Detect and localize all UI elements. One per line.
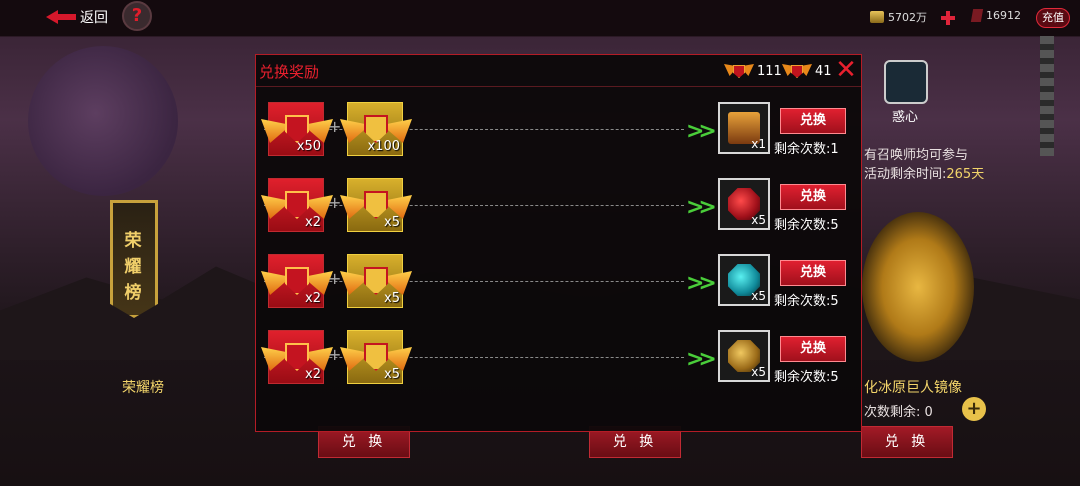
- reward-qty: x5: [751, 213, 766, 227]
- gold-cost-qty: x5: [384, 291, 400, 306]
- gold-cost-qty: x5: [384, 367, 400, 382]
- exchange-row-4: x2 + x5 >> x5 兑换 剩余次数:5: [256, 330, 861, 390]
- reward-slot[interactable]: x1: [718, 102, 770, 154]
- right-card-label: 化冰原巨人镜像: [864, 380, 962, 396]
- back-button[interactable]: 返回: [46, 6, 108, 28]
- remaining-count: 剩余次数:5: [774, 290, 839, 309]
- gold-cost-qty: x100: [367, 139, 400, 154]
- red-cost-qty: x2: [305, 367, 321, 382]
- banner-text: 荣耀榜: [124, 231, 142, 303]
- remaining-label: 剩余次数:: [774, 294, 831, 309]
- reward-qty: x5: [751, 289, 766, 303]
- bottom-exchange-button-3[interactable]: 兑 换: [861, 426, 953, 458]
- right-count-value: 0: [924, 405, 933, 420]
- dialog-header: 兑换奖励 111 41 ✕: [256, 55, 861, 87]
- gold-emblem-icon: [340, 189, 412, 229]
- double-arrow-icon: >>: [686, 347, 717, 372]
- red-emblem-icon: [261, 265, 333, 305]
- remaining-value: 5: [830, 294, 839, 309]
- help-button[interactable]: ?: [122, 1, 152, 31]
- red-emblem-cost: x2: [261, 254, 333, 308]
- heart-label: 惑心: [892, 110, 919, 125]
- gem-counter: 16912: [970, 9, 1021, 22]
- gold-emblem-icon: [340, 265, 412, 305]
- remaining-count: 剩余次数:1: [774, 138, 839, 157]
- gold-counter: 5702万: [870, 9, 927, 25]
- right-count-prefix: 次数剩余:: [864, 405, 921, 420]
- red-cost-qty: x2: [305, 291, 321, 306]
- reward-qty: x5: [751, 365, 766, 379]
- double-arrow-icon: >>: [686, 119, 717, 144]
- giant-mirror-image[interactable]: [862, 212, 974, 362]
- double-arrow-icon: >>: [686, 271, 717, 296]
- gem-icon: [970, 9, 984, 22]
- right-time-text: 活动剩余时间:265天: [864, 163, 984, 182]
- exchange-button[interactable]: 兑换: [780, 184, 846, 210]
- right-time-value: 265天: [946, 167, 985, 182]
- moon: [28, 46, 178, 196]
- right-time-prefix: 活动剩余时间:: [864, 167, 947, 182]
- reward-slot[interactable]: x5: [718, 330, 770, 382]
- recharge-button[interactable]: 充值: [1036, 8, 1070, 28]
- gold-emblem-currency: 41: [782, 60, 832, 82]
- exchange-row-3: x2 + x5 >> x5 兑换 剩余次数:5: [256, 254, 861, 314]
- gold-emblem-amount: 41: [815, 63, 832, 79]
- exchange-button[interactable]: 兑换: [780, 260, 846, 286]
- remaining-label: 剩余次数:: [774, 370, 831, 385]
- heart-icon[interactable]: [884, 60, 928, 104]
- red-emblem-cost: x2: [261, 178, 333, 232]
- right-participate-text: 有召唤师均可参与: [864, 148, 969, 163]
- exchange-button[interactable]: 兑换: [780, 336, 846, 362]
- exchange-reward-dialog: 兑换奖励 111 41 ✕ x50 + x100 >> x1 兑换 剩余次数:1…: [255, 54, 862, 432]
- coin-icon: [870, 11, 884, 23]
- reward-slot[interactable]: x5: [718, 254, 770, 306]
- remaining-value: 1: [830, 142, 839, 157]
- back-label: 返回: [80, 10, 108, 26]
- gold-emblem-cost: x5: [340, 178, 412, 232]
- left-card-label: 荣耀榜: [122, 380, 164, 396]
- red-emblem-currency: 111: [724, 60, 782, 82]
- gold-emblem-icon: [782, 62, 812, 80]
- exchange-button[interactable]: 兑换: [780, 108, 846, 134]
- red-cost-qty: x50: [296, 139, 321, 154]
- red-emblem-cost: x50: [261, 102, 333, 156]
- remaining-count: 剩余次数:5: [774, 214, 839, 233]
- top-bar: 返回 ? 5702万 16912 充值: [0, 0, 1080, 36]
- chain-decoration: [1040, 36, 1054, 156]
- game-screen: 荣耀榜 荣耀榜 惑心 有召唤师均可参与 活动剩余时间:265天 化冰原巨人镜像 …: [0, 0, 1080, 486]
- remaining-value: 5: [830, 370, 839, 385]
- reward-slot[interactable]: x5: [718, 178, 770, 230]
- red-emblem-cost: x2: [261, 330, 333, 384]
- remaining-label: 剩余次数:: [774, 218, 831, 233]
- add-gold-plus-icon[interactable]: [941, 11, 955, 25]
- gold-emblem-cost: x5: [340, 254, 412, 308]
- red-emblem-icon: [261, 341, 333, 381]
- remaining-count: 剩余次数:5: [774, 366, 839, 385]
- exchange-row-2: x2 + x5 >> x5 兑换 剩余次数:5: [256, 178, 861, 238]
- red-cost-qty: x2: [305, 215, 321, 230]
- red-emblem-icon: [724, 62, 754, 80]
- reward-qty: x1: [751, 137, 766, 151]
- gold-emblem-icon: [340, 341, 412, 381]
- add-count-button[interactable]: +: [962, 397, 986, 421]
- exchange-row-1: x50 + x100 >> x1 兑换 剩余次数:1: [256, 102, 861, 162]
- gold-emblem-cost: x100: [340, 102, 412, 156]
- red-emblem-icon: [261, 189, 333, 229]
- gold-cost-qty: x5: [384, 215, 400, 230]
- gem-amount: 16912: [986, 9, 1021, 22]
- remaining-label: 剩余次数:: [774, 142, 831, 157]
- dialog-title: 兑换奖励: [259, 63, 320, 81]
- close-dialog-button[interactable]: ✕: [834, 57, 858, 83]
- back-arrow-icon: [46, 10, 76, 24]
- red-emblem-amount: 111: [757, 63, 782, 79]
- remaining-value: 5: [830, 218, 839, 233]
- double-arrow-icon: >>: [686, 195, 717, 220]
- gold-amount: 5702万: [888, 11, 927, 24]
- right-count-label: 次数剩余: 0: [864, 401, 933, 420]
- gold-emblem-cost: x5: [340, 330, 412, 384]
